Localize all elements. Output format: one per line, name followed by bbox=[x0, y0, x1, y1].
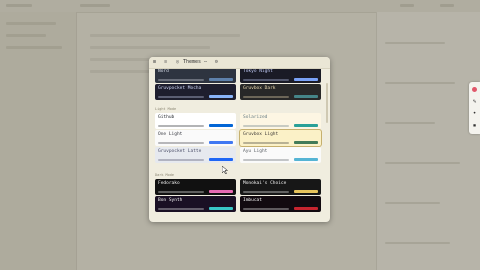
mouse-cursor-icon bbox=[222, 166, 228, 174]
theme-name: Ayu Light bbox=[243, 149, 268, 154]
theme-card[interactable]: Monokai's Choice bbox=[240, 179, 321, 195]
gear-icon[interactable]: ⚙ bbox=[215, 59, 218, 66]
theme-accent-swatch bbox=[209, 207, 233, 210]
theme-card[interactable]: Github bbox=[155, 113, 236, 129]
theme-name: Solarized bbox=[243, 115, 268, 120]
theme-name: Gruvpocket Latte bbox=[158, 149, 202, 154]
themes-grid: Light Mode Dark Mode Nord Tokyo Night Gruv… bbox=[149, 69, 330, 222]
theme-card[interactable]: Imbucat bbox=[240, 196, 321, 212]
theme-card[interactable]: Fedorako bbox=[155, 179, 236, 195]
theme-card[interactable]: Gruvbox Light bbox=[240, 130, 321, 146]
list-icon[interactable]: ≡ bbox=[164, 59, 167, 66]
theme-name: One Light bbox=[158, 132, 183, 137]
theme-accent-swatch bbox=[294, 158, 318, 161]
theme-preview-line bbox=[243, 191, 289, 193]
palette-icon: ◎ bbox=[176, 59, 180, 65]
ellipsis-icon[interactable]: ⋯ bbox=[204, 59, 207, 66]
theme-preview-line bbox=[243, 159, 289, 161]
theme-preview-line bbox=[158, 208, 204, 210]
themes-panel: ⊞ ≡ ◎ Themes ⋯ ⚙ Light Mode Dark Mode No… bbox=[149, 57, 330, 222]
theme-name: Tokyo Night bbox=[243, 69, 273, 74]
theme-card[interactable]: Bon Synth bbox=[155, 196, 236, 212]
theme-name: Gruvbox Dark bbox=[243, 86, 276, 91]
theme-card[interactable]: Gruvpocket Latte bbox=[155, 147, 236, 163]
theme-preview-line bbox=[243, 96, 289, 98]
theme-preview-line bbox=[158, 96, 204, 98]
theme-card[interactable]: One Light bbox=[155, 130, 236, 146]
theme-name: Gruvbox Light bbox=[243, 132, 279, 137]
theme-card[interactable]: Solarized bbox=[240, 113, 321, 129]
theme-name: Fedorako bbox=[158, 181, 180, 186]
theme-name: Imbucat bbox=[243, 198, 262, 203]
trash-icon[interactable]: ▪ bbox=[471, 122, 478, 129]
theme-accent-swatch bbox=[209, 141, 233, 144]
theme-card[interactable]: Nord bbox=[155, 69, 236, 83]
theme-preview-line bbox=[158, 79, 204, 81]
theme-card[interactable]: Tokyo Night bbox=[240, 69, 321, 83]
theme-accent-swatch bbox=[294, 207, 318, 210]
pin-icon[interactable]: • bbox=[471, 110, 478, 117]
theme-name: Monokai's Choice bbox=[243, 181, 287, 186]
theme-accent-swatch bbox=[209, 95, 233, 98]
theme-preview-line bbox=[243, 79, 289, 81]
panel-title: Themes bbox=[183, 59, 202, 65]
section-label: Dark Mode bbox=[155, 173, 174, 177]
theme-accent-swatch bbox=[294, 190, 318, 193]
grid-icon[interactable]: ⊞ bbox=[153, 59, 156, 66]
theme-name: Bon Synth bbox=[158, 198, 183, 203]
floating-toolbar: ✎ • ▪ bbox=[469, 82, 480, 134]
theme-accent-swatch bbox=[294, 141, 318, 144]
theme-preview-line bbox=[243, 208, 289, 210]
theme-preview-line bbox=[158, 125, 204, 127]
record-dot-icon[interactable] bbox=[472, 87, 477, 92]
theme-accent-swatch bbox=[209, 124, 233, 127]
theme-card[interactable]: Ayu Light bbox=[240, 147, 321, 163]
theme-preview-line bbox=[158, 142, 204, 144]
theme-preview-line bbox=[158, 159, 204, 161]
theme-name: Github bbox=[158, 115, 175, 120]
theme-accent-swatch bbox=[294, 78, 318, 81]
pencil-icon[interactable]: ✎ bbox=[471, 98, 478, 105]
theme-name: Gruvpocket Mocha bbox=[158, 86, 202, 91]
theme-preview-line bbox=[158, 191, 204, 193]
theme-accent-swatch bbox=[294, 95, 318, 98]
theme-accent-swatch bbox=[294, 124, 318, 127]
theme-accent-swatch bbox=[209, 190, 233, 193]
themes-panel-header: ⊞ ≡ ◎ Themes ⋯ ⚙ bbox=[149, 57, 330, 69]
section-label: Light Mode bbox=[155, 107, 177, 111]
theme-name: Nord bbox=[158, 69, 169, 74]
theme-card[interactable]: Gruvbox Dark bbox=[240, 84, 321, 100]
theme-accent-swatch bbox=[209, 78, 233, 81]
theme-card[interactable]: Gruvpocket Mocha bbox=[155, 84, 236, 100]
theme-accent-swatch bbox=[209, 158, 233, 161]
theme-preview-line bbox=[243, 125, 289, 127]
theme-preview-line bbox=[243, 142, 289, 144]
scrollbar[interactable] bbox=[326, 83, 328, 123]
